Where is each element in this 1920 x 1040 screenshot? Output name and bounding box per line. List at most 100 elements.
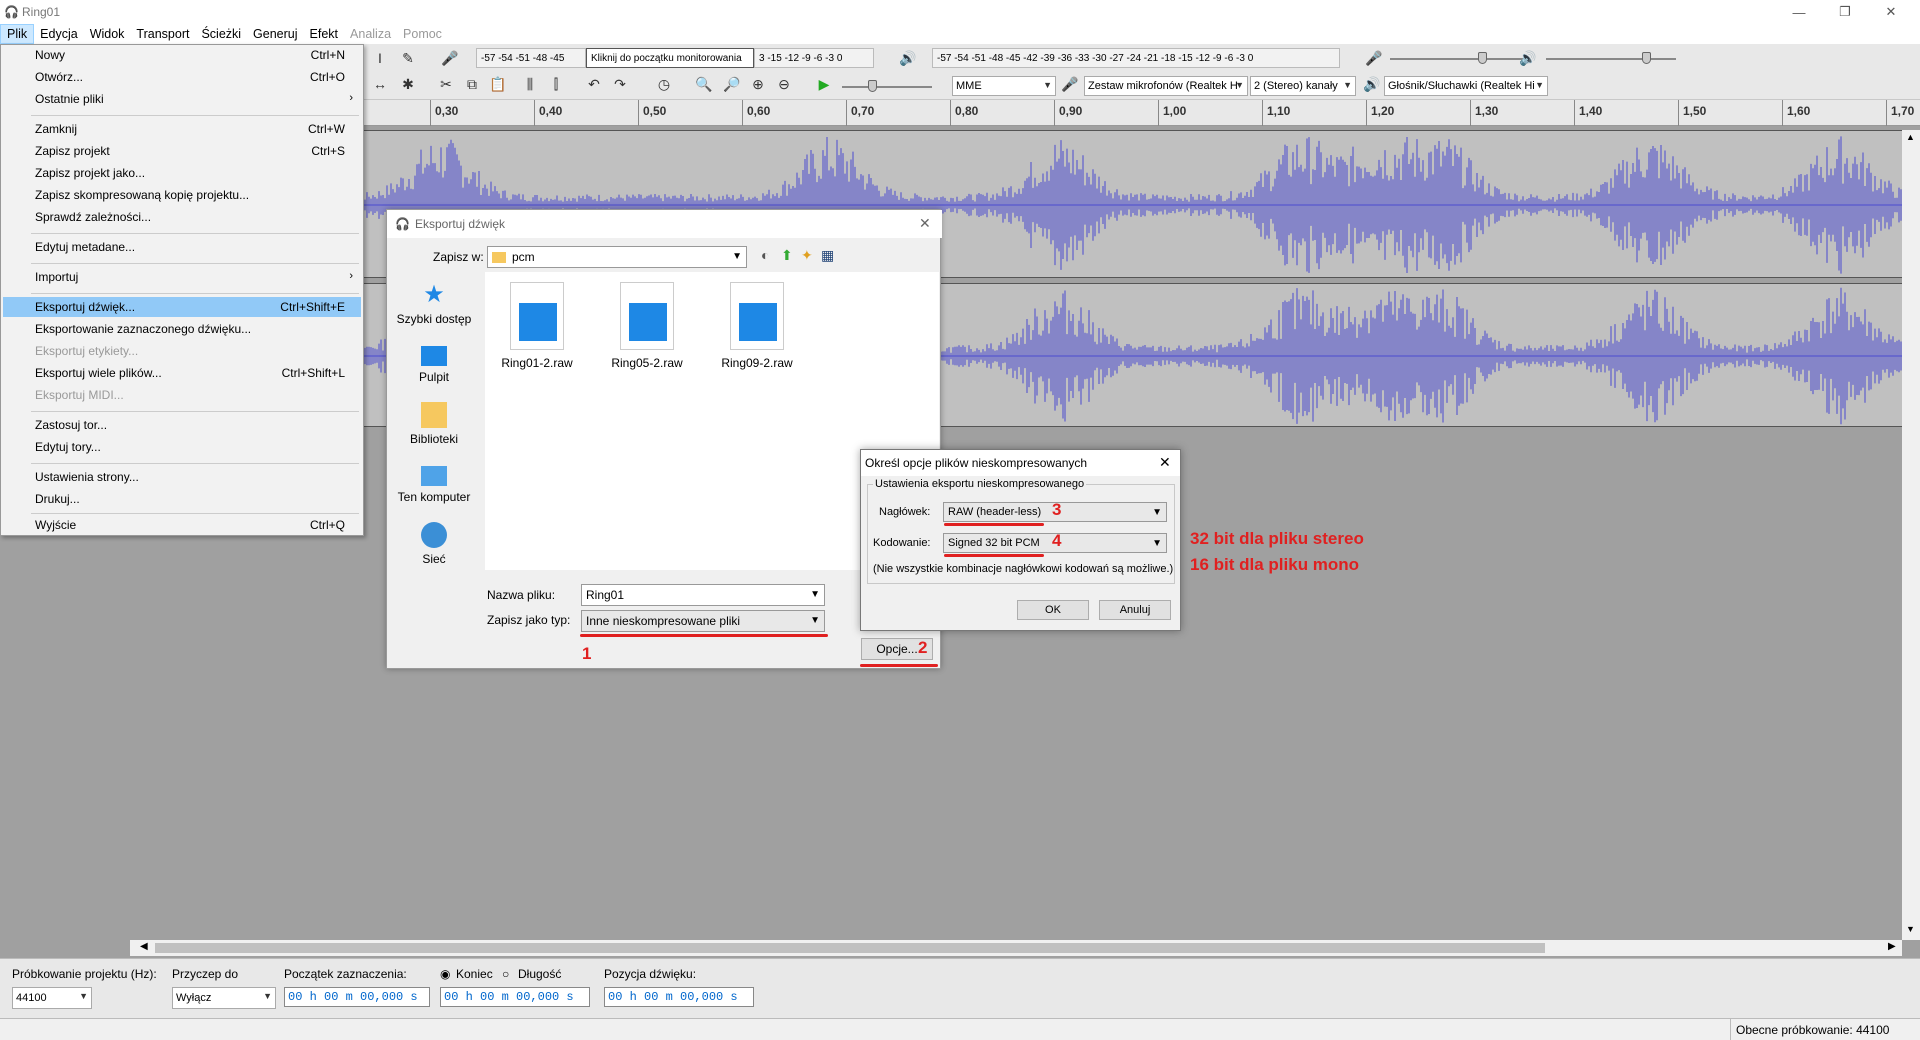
- undo-icon[interactable]: ↶: [582, 72, 606, 96]
- snap-select[interactable]: Wyłącz ▼: [172, 987, 276, 1009]
- view-menu-icon[interactable]: ▦: [821, 247, 834, 264]
- play-speed-slider[interactable]: [842, 86, 932, 88]
- ok-button[interactable]: OK: [1017, 600, 1089, 620]
- menu-transport[interactable]: Transport: [130, 24, 195, 44]
- save-as-type-select[interactable]: Inne nieskompresowane pliki ▼: [581, 610, 825, 632]
- zoom-selection-icon[interactable]: ⊕: [746, 72, 770, 96]
- menu-item-import[interactable]: Importuj ›: [3, 267, 361, 287]
- horizontal-scroll-thumb[interactable]: [155, 943, 1545, 953]
- menu-item-export-midi[interactable]: Eksportuj MIDI...: [3, 385, 361, 405]
- place-network[interactable]: Sieć: [395, 522, 473, 566]
- playback-meter[interactable]: -57 -54 -51 -48 -45 -42 -39 -36 -33 -30 …: [932, 48, 1340, 68]
- place-desktop[interactable]: Pulpit: [395, 342, 473, 384]
- cut-icon[interactable]: ✂: [434, 72, 458, 96]
- menu-item-open[interactable]: Otwórz... Ctrl+O: [3, 67, 361, 87]
- menu-tracks[interactable]: Ścieżki: [195, 24, 247, 44]
- paste-icon[interactable]: 📋: [486, 72, 510, 96]
- zoom-in-icon[interactable]: 🔍: [692, 72, 716, 96]
- close-icon[interactable]: ✕: [919, 215, 931, 232]
- end-radio-icon[interactable]: ◉: [440, 967, 450, 981]
- silence-icon[interactable]: ⫿: [544, 72, 568, 96]
- place-libraries[interactable]: Biblioteki: [395, 402, 473, 446]
- record-meter-right[interactable]: 3 -15 -12 -9 -6 -3 0: [754, 48, 874, 68]
- up-folder-icon[interactable]: ⬆: [781, 247, 793, 264]
- minimize-button[interactable]: —: [1776, 0, 1822, 24]
- trim-icon[interactable]: ⫼: [518, 72, 542, 96]
- scroll-up-icon[interactable]: ▲: [1906, 132, 1915, 142]
- menu-item-exit[interactable]: Wyjście Ctrl+Q: [3, 515, 361, 535]
- input-device-select[interactable]: Zestaw mikrofonów (Realtek H ▼: [1084, 76, 1248, 96]
- vertical-scrollbar[interactable]: ▲ ▼: [1902, 130, 1920, 940]
- play-at-speed-icon[interactable]: ▶: [812, 72, 836, 96]
- play-speed-thumb[interactable]: [868, 80, 877, 92]
- menu-effect[interactable]: Efekt: [304, 24, 345, 44]
- place-this-pc[interactable]: Ten komputer: [395, 462, 473, 504]
- back-icon[interactable]: ◐: [761, 247, 769, 263]
- timeline-ruler[interactable]: 0,30 0,40 0,50 0,60 0,70 0,80 0,90 1,00 …: [300, 100, 1920, 126]
- menu-item-apply-chain[interactable]: Zastosuj tor...: [3, 415, 361, 435]
- scroll-right-icon[interactable]: ▶: [1888, 941, 1896, 952]
- scroll-down-icon[interactable]: ▼: [1906, 924, 1915, 934]
- playback-meter-speaker-icon[interactable]: 🔊: [896, 46, 920, 70]
- menu-item-export-selection[interactable]: Eksportowanie zaznaczonego dźwięku...: [3, 319, 361, 339]
- close-button[interactable]: ✕: [1868, 0, 1914, 24]
- menu-item-edit-chains[interactable]: Edytuj tory...: [3, 437, 361, 457]
- record-meter-mic-icon[interactable]: 🎤: [438, 46, 462, 70]
- menu-item-save-project[interactable]: Zapisz projekt Ctrl+S: [3, 141, 361, 161]
- menu-analyze[interactable]: Analiza: [344, 24, 397, 44]
- speaker-volume-thumb[interactable]: [1642, 52, 1651, 64]
- place-quick-access[interactable]: ★ Szybki dostęp: [395, 282, 473, 327]
- chevron-down-icon: ▼: [732, 251, 742, 262]
- menu-item-check-dependencies[interactable]: Sprawdź zależności...: [3, 207, 361, 227]
- output-device-select[interactable]: Głośnik/Słuchawki (Realtek Hi ▼: [1384, 76, 1548, 96]
- zoom-out-icon[interactable]: 🔎: [720, 72, 744, 96]
- audio-host-select[interactable]: MME ▼: [952, 76, 1056, 96]
- menu-generate[interactable]: Generuj: [247, 24, 303, 44]
- menu-item-print[interactable]: Drukuj...: [3, 489, 361, 509]
- mic-volume-slider[interactable]: [1390, 58, 1530, 60]
- filename-input[interactable]: Ring01 ▼: [581, 584, 825, 606]
- menu-edit[interactable]: Edycja: [34, 24, 84, 44]
- menu-item-page-setup[interactable]: Ustawienia strony...: [3, 467, 361, 487]
- menu-item-new[interactable]: Nowy Ctrl+N: [3, 45, 361, 65]
- export-audio-dialog: 🎧 Eksportuj dźwięk ✕ Zapisz w: pcm ▼ ◐ ⬆…: [386, 209, 942, 669]
- project-rate-select[interactable]: 44100 ▼: [12, 987, 92, 1009]
- file-item[interactable]: Ring09-2.raw: [715, 282, 799, 370]
- monitor-hint[interactable]: Kliknij do początku monitorowania: [586, 48, 754, 68]
- cancel-button[interactable]: Anuluj: [1099, 600, 1171, 620]
- menu-item-export-multiple[interactable]: Eksportuj wiele plików... Ctrl+Shift+L: [3, 363, 361, 383]
- length-radio-icon[interactable]: ○: [502, 967, 509, 981]
- save-in-select[interactable]: pcm ▼: [487, 246, 747, 268]
- menu-item-export-labels[interactable]: Eksportuj etykiety...: [3, 341, 361, 361]
- selection-start-time[interactable]: 00 h 00 m 00,000 s: [284, 987, 430, 1007]
- menu-item-close[interactable]: Zamknij Ctrl+W: [3, 119, 361, 139]
- speaker-volume-slider[interactable]: [1546, 58, 1676, 60]
- draw-tool-icon[interactable]: ✎: [396, 46, 420, 70]
- record-meter-left[interactable]: -57 -54 -51 -48 -45: [476, 48, 586, 68]
- audio-position-time[interactable]: 00 h 00 m 00,000 s: [604, 987, 754, 1007]
- channels-select[interactable]: 2 (Stereo) kanały ▼: [1250, 76, 1356, 96]
- selection-end-time[interactable]: 00 h 00 m 00,000 s: [440, 987, 590, 1007]
- multi-tool-icon[interactable]: ✱: [396, 72, 420, 96]
- menu-item-export-audio[interactable]: Eksportuj dźwięk... Ctrl+Shift+E: [3, 297, 361, 317]
- file-item[interactable]: Ring05-2.raw: [605, 282, 689, 370]
- close-icon[interactable]: ✕: [1159, 454, 1171, 471]
- menu-item-save-project-as[interactable]: Zapisz projekt jako...: [3, 163, 361, 183]
- mic-volume-thumb[interactable]: [1478, 52, 1487, 64]
- copy-icon[interactable]: ⧉: [460, 72, 484, 96]
- menu-help[interactable]: Pomoc: [397, 24, 448, 44]
- new-folder-icon[interactable]: ✦: [801, 247, 813, 264]
- redo-icon[interactable]: ↷: [608, 72, 632, 96]
- file-item[interactable]: Ring01-2.raw: [495, 282, 579, 370]
- timeshift-tool-icon[interactable]: ↔: [368, 72, 392, 96]
- menu-file[interactable]: Plik: [0, 24, 35, 44]
- maximize-button[interactable]: ❐: [1822, 0, 1868, 24]
- menu-view[interactable]: Widok: [84, 24, 131, 44]
- sync-lock-icon[interactable]: ◷: [652, 72, 676, 96]
- selection-tool-icon[interactable]: I: [368, 46, 392, 70]
- zoom-fit-icon[interactable]: ⊖: [772, 72, 796, 96]
- menu-item-edit-metadata[interactable]: Edytuj metadane...: [3, 237, 361, 257]
- menu-item-recent-files[interactable]: Ostatnie pliki ›: [3, 89, 361, 109]
- scroll-left-icon[interactable]: ◀: [140, 941, 148, 952]
- menu-item-save-compressed[interactable]: Zapisz skompresowaną kopię projektu...: [3, 185, 361, 205]
